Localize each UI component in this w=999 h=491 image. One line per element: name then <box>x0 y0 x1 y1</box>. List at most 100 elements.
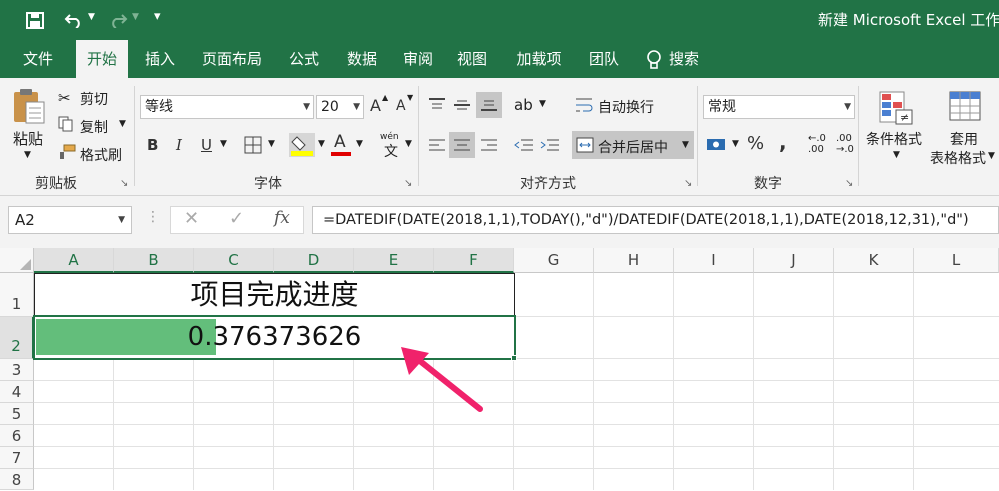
merge-dropdown-icon[interactable]: ▼ <box>682 140 689 150</box>
worksheet-grid[interactable]: A B C D E F G H I J K L 1 2 3 4 5 6 7 8 … <box>0 248 999 490</box>
row-header-6[interactable]: 6 <box>0 425 34 447</box>
copy-button[interactable]: 复制 <box>80 117 108 137</box>
row-header-2[interactable]: 2 <box>0 317 34 359</box>
percent-button[interactable]: % <box>747 133 764 154</box>
chevron-down-icon[interactable]: ▼ <box>353 96 360 118</box>
fill-color-dropdown-icon[interactable]: ▼ <box>318 139 325 149</box>
table-format-label-1[interactable]: 套用 <box>950 129 978 149</box>
align-middle-icon[interactable] <box>453 98 471 112</box>
format-painter-icon[interactable] <box>58 144 76 160</box>
merged-title-cell[interactable]: 项目完成进度 <box>34 273 515 317</box>
lightbulb-icon[interactable] <box>646 50 662 70</box>
table-format-icon[interactable] <box>948 90 984 126</box>
copy-dropdown-icon[interactable]: ▼ <box>119 119 126 129</box>
column-header-j[interactable]: J <box>754 248 834 273</box>
column-header-a[interactable]: A <box>34 248 114 273</box>
save-icon[interactable] <box>26 12 44 29</box>
align-right-icon[interactable] <box>480 138 498 152</box>
alignment-launcher-icon[interactable]: ↘ <box>684 178 692 189</box>
row-header-4[interactable]: 4 <box>0 381 34 403</box>
tab-home[interactable]: 开始 <box>76 40 128 78</box>
format-painter-button[interactable]: 格式刷 <box>80 145 122 165</box>
customize-toolbar-icon[interactable]: ▾ <box>154 9 161 24</box>
table-format-dropdown-icon[interactable]: ▼ <box>988 151 995 161</box>
underline-button[interactable]: U <box>201 136 212 154</box>
bold-button[interactable]: B <box>147 136 158 154</box>
redo-dropdown-icon[interactable]: ▼ <box>132 12 139 22</box>
row-header-3[interactable]: 3 <box>0 359 34 381</box>
column-header-i[interactable]: I <box>674 248 754 273</box>
chevron-down-icon[interactable]: ▼ <box>844 96 851 118</box>
scissors-icon[interactable]: ✂ <box>58 89 71 107</box>
row-header-8[interactable]: 8 <box>0 469 34 490</box>
column-header-k[interactable]: K <box>834 248 914 273</box>
tab-review[interactable]: 审阅 <box>394 40 442 78</box>
border-icon[interactable] <box>244 136 262 154</box>
font-launcher-icon[interactable]: ↘ <box>404 178 412 189</box>
cancel-icon[interactable]: ✕ <box>184 208 199 229</box>
row-header-7[interactable]: 7 <box>0 447 34 469</box>
column-header-l[interactable]: L <box>914 248 999 273</box>
phonetic-dropdown-icon[interactable]: ▼ <box>405 139 412 149</box>
column-header-d[interactable]: D <box>274 248 354 273</box>
currency-icon[interactable] <box>706 136 728 154</box>
conditional-format-button[interactable]: 条件格式 <box>866 129 922 149</box>
align-left-icon[interactable] <box>428 138 446 152</box>
paste-icon[interactable] <box>12 88 46 124</box>
decrease-indent-icon[interactable] <box>514 138 534 152</box>
conditional-format-icon[interactable]: ≠ <box>878 90 914 126</box>
grow-font-button[interactable]: A <box>370 96 381 115</box>
column-header-f[interactable]: F <box>434 248 514 273</box>
column-header-g[interactable]: G <box>514 248 594 273</box>
decrease-decimal-button[interactable]: .00 →.0 <box>836 133 854 155</box>
wrap-text-button[interactable]: 自动换行 <box>598 97 654 117</box>
copy-icon[interactable] <box>58 116 74 132</box>
currency-dropdown-icon[interactable]: ▼ <box>732 139 739 149</box>
font-size-combo[interactable]: 20 ▼ <box>316 95 364 119</box>
font-color-dropdown-icon[interactable]: ▼ <box>356 139 363 149</box>
chevron-down-icon[interactable]: ▼ <box>303 96 310 118</box>
select-all-button[interactable] <box>0 248 34 273</box>
column-header-b[interactable]: B <box>114 248 194 273</box>
shrink-font-button[interactable]: A <box>396 98 406 114</box>
cut-button[interactable]: 剪切 <box>80 89 108 109</box>
paste-button[interactable]: 粘贴 <box>13 128 43 149</box>
tab-search[interactable]: 搜索 <box>664 40 704 78</box>
insert-function-button[interactable]: fx <box>274 208 290 228</box>
number-launcher-icon[interactable]: ↘ <box>845 178 853 189</box>
number-format-combo[interactable]: 常规 ▼ <box>703 95 855 119</box>
italic-button[interactable]: I <box>176 136 182 154</box>
comma-button[interactable]: , <box>779 130 787 154</box>
formula-input[interactable]: =DATEDIF(DATE(2018,1,1),TODAY(),"d")/DAT… <box>312 206 999 234</box>
orientation-icon[interactable]: ab <box>514 96 533 114</box>
column-header-c[interactable]: C <box>194 248 274 273</box>
conditional-dropdown-icon[interactable]: ▼ <box>893 150 900 160</box>
fill-handle[interactable] <box>511 355 517 361</box>
undo-dropdown-icon[interactable]: ▼ <box>88 12 95 22</box>
tab-formulas[interactable]: 公式 <box>278 40 330 78</box>
tab-view[interactable]: 视图 <box>448 40 496 78</box>
orientation-dropdown-icon[interactable]: ▼ <box>539 99 546 109</box>
formula-bar-grip-icon[interactable]: ⋮ <box>146 209 160 225</box>
font-color-button[interactable]: A <box>334 132 346 152</box>
tab-addins[interactable]: 加载项 <box>504 40 574 78</box>
tab-team[interactable]: 团队 <box>580 40 628 78</box>
increase-decimal-button[interactable]: ←.0.00 <box>808 133 826 155</box>
wrap-text-icon[interactable] <box>575 96 593 114</box>
tab-file[interactable]: 文件 <box>10 40 66 78</box>
check-icon[interactable]: ✓ <box>229 208 244 229</box>
border-dropdown-icon[interactable]: ▼ <box>268 139 275 149</box>
increase-indent-icon[interactable] <box>540 138 560 152</box>
paste-dropdown-icon[interactable]: ▼ <box>24 150 31 160</box>
redo-icon[interactable] <box>108 12 128 28</box>
tab-page-layout[interactable]: 页面布局 <box>192 40 272 78</box>
column-header-e[interactable]: E <box>354 248 434 273</box>
tab-insert[interactable]: 插入 <box>134 40 186 78</box>
row-header-5[interactable]: 5 <box>0 403 34 425</box>
name-box[interactable]: A2 ▼ <box>8 206 132 234</box>
underline-dropdown-icon[interactable]: ▼ <box>220 139 227 149</box>
undo-icon[interactable] <box>64 12 84 28</box>
fill-color-icon[interactable] <box>289 133 315 157</box>
font-name-combo[interactable]: 等线 ▼ <box>140 95 314 119</box>
align-top-icon[interactable] <box>428 98 446 112</box>
